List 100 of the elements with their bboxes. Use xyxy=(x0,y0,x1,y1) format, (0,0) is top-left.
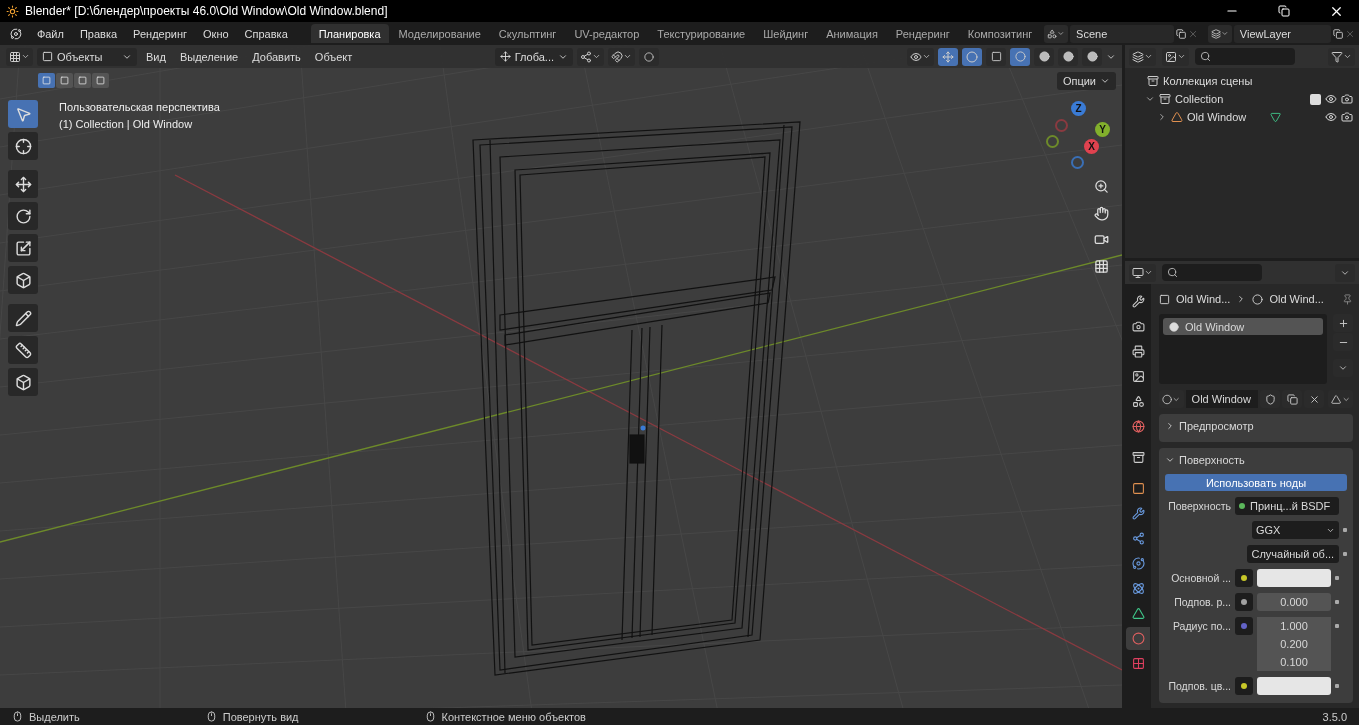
tool-button[interactable] xyxy=(8,266,38,294)
editor-type-button[interactable] xyxy=(1129,263,1156,282)
workspace-tab[interactable]: Текстурирование xyxy=(649,24,754,43)
workspace-tab[interactable]: Планировка xyxy=(310,24,389,43)
tool-button[interactable] xyxy=(8,368,38,396)
socket-button[interactable] xyxy=(1235,569,1253,587)
xray-button[interactable] xyxy=(986,47,1006,66)
breadcrumb-item[interactable]: Old Wind... xyxy=(1269,293,1324,305)
shading-button[interactable] xyxy=(1058,47,1078,66)
status-hint: Выделить xyxy=(29,710,80,723)
options-dropdown[interactable]: Опции xyxy=(1056,72,1116,90)
axis-handle[interactable]: Z xyxy=(1071,101,1086,116)
ruler-icon xyxy=(14,341,32,359)
view-layer-field[interactable]: ViewLayer xyxy=(1233,24,1331,43)
rotate-icon xyxy=(14,207,32,225)
dropdown[interactable]: GGX xyxy=(1252,521,1340,539)
square-icon xyxy=(96,76,105,85)
visibility-icon[interactable] xyxy=(1325,111,1337,123)
search-field[interactable] xyxy=(1195,48,1295,65)
workspace-tab[interactable]: UV-редактор xyxy=(566,24,648,43)
display-mode-button[interactable] xyxy=(1162,47,1189,66)
color-swatch[interactable] xyxy=(1257,569,1331,587)
panel-title[interactable]: Поверхность xyxy=(1179,453,1347,466)
pin-icon[interactable] xyxy=(1342,293,1353,305)
number-field[interactable]: 1.000 xyxy=(1257,617,1331,635)
scene-selector[interactable] xyxy=(1044,24,1069,43)
gizmo-button[interactable] xyxy=(938,47,958,66)
editor-type-button[interactable] xyxy=(1129,47,1156,66)
duplicate-icon[interactable] xyxy=(1175,27,1186,40)
material-slot[interactable]: Old Window xyxy=(1163,318,1323,335)
dropdown[interactable]: Случайный об... xyxy=(1247,545,1340,563)
color-swatch[interactable] xyxy=(1257,677,1331,695)
editor-type-button[interactable] xyxy=(6,47,33,66)
axis-handle[interactable]: X xyxy=(1084,139,1099,154)
number-field[interactable]: 0.000 xyxy=(1257,593,1331,611)
proportional-button[interactable] xyxy=(639,47,659,66)
select-mode-button[interactable] xyxy=(92,73,109,88)
axis-handle[interactable] xyxy=(1055,119,1068,132)
tool-button[interactable] xyxy=(8,304,38,332)
filter-button[interactable] xyxy=(1328,47,1355,66)
globe-icon xyxy=(1131,420,1145,433)
menu-item[interactable]: Файл xyxy=(29,27,71,40)
menu-item[interactable]: Рендеринг xyxy=(126,27,195,40)
grid-icon xyxy=(9,50,21,63)
number-field[interactable]: 0.100 xyxy=(1257,653,1331,671)
tool-button[interactable] xyxy=(8,202,38,230)
panel-title[interactable]: Предпросмотр xyxy=(1179,419,1347,432)
menu-item[interactable]: Окно xyxy=(196,27,236,40)
tool-button[interactable] xyxy=(8,170,38,198)
menu-item[interactable]: Справка xyxy=(237,27,295,40)
workspace-tab[interactable]: Рендеринг xyxy=(887,24,958,43)
material-name-field[interactable]: Old Window xyxy=(1185,390,1259,408)
caret-icon xyxy=(623,52,632,61)
shader-field[interactable]: Принц...й BSDF xyxy=(1235,497,1339,515)
select-mode-button[interactable] xyxy=(74,73,91,88)
number-field[interactable]: 0.200 xyxy=(1257,635,1331,653)
shading-button[interactable] xyxy=(1034,47,1054,66)
mode-dropdown[interactable]: Объекты xyxy=(37,47,137,66)
camera-icon[interactable] xyxy=(1341,111,1353,123)
outliner-item[interactable]: Коллекция сцены xyxy=(1163,75,1353,87)
visibility-button[interactable] xyxy=(907,47,934,66)
shading-button[interactable] xyxy=(1082,47,1102,66)
socket-button[interactable] xyxy=(1235,677,1253,695)
pivot-button[interactable] xyxy=(577,47,604,66)
menu-item[interactable]: Добавить xyxy=(247,50,306,63)
scene-field[interactable]: Scene xyxy=(1070,24,1174,43)
menu-item[interactable]: Правка xyxy=(72,27,125,40)
shading-button[interactable] xyxy=(1010,47,1030,66)
tool-button[interactable] xyxy=(8,336,38,364)
outliner-item[interactable]: Old Window xyxy=(1187,111,1266,123)
tool-button[interactable] xyxy=(8,132,38,160)
use-nodes-button[interactable]: Использовать ноды xyxy=(1165,474,1347,491)
orientation-dropdown[interactable]: Глоба... xyxy=(494,47,573,66)
include-checkbox[interactable] xyxy=(1310,93,1321,105)
select-mode-button[interactable] xyxy=(56,73,73,88)
tool-button[interactable] xyxy=(8,234,38,262)
workspace-tab[interactable]: Шейдинг xyxy=(755,24,817,43)
app-menu-icon[interactable] xyxy=(10,26,22,41)
search-field[interactable] xyxy=(1162,264,1262,281)
circle-icon xyxy=(1131,632,1145,645)
menu-item[interactable]: Выделение xyxy=(174,50,244,63)
visibility-icon[interactable] xyxy=(1325,93,1337,105)
workspace-tab[interactable]: Скульптинг xyxy=(490,24,565,43)
axis-handle[interactable] xyxy=(1071,156,1084,169)
menu-item[interactable]: Вид xyxy=(141,50,171,63)
axis-handle[interactable]: Y xyxy=(1095,122,1110,137)
socket-button[interactable] xyxy=(1235,593,1253,611)
snap-button[interactable] xyxy=(608,47,635,66)
axis-handle[interactable] xyxy=(1046,135,1059,148)
outliner-item[interactable]: Collection xyxy=(1175,93,1306,105)
pencil-icon xyxy=(14,309,32,327)
breadcrumb-item[interactable]: Old Wind... xyxy=(1176,293,1231,305)
camera-icon[interactable] xyxy=(1341,93,1353,105)
workspace-tab[interactable]: Моделирование xyxy=(390,24,489,43)
view-layer-selector[interactable] xyxy=(1208,24,1232,43)
overlay-button[interactable] xyxy=(962,47,982,66)
menu-item[interactable]: Объект xyxy=(309,50,358,63)
workspace-tab[interactable]: Анимация xyxy=(818,24,886,43)
workspace-tab[interactable]: Композитинг xyxy=(959,24,1041,43)
duplicate-icon[interactable] xyxy=(1332,27,1343,40)
